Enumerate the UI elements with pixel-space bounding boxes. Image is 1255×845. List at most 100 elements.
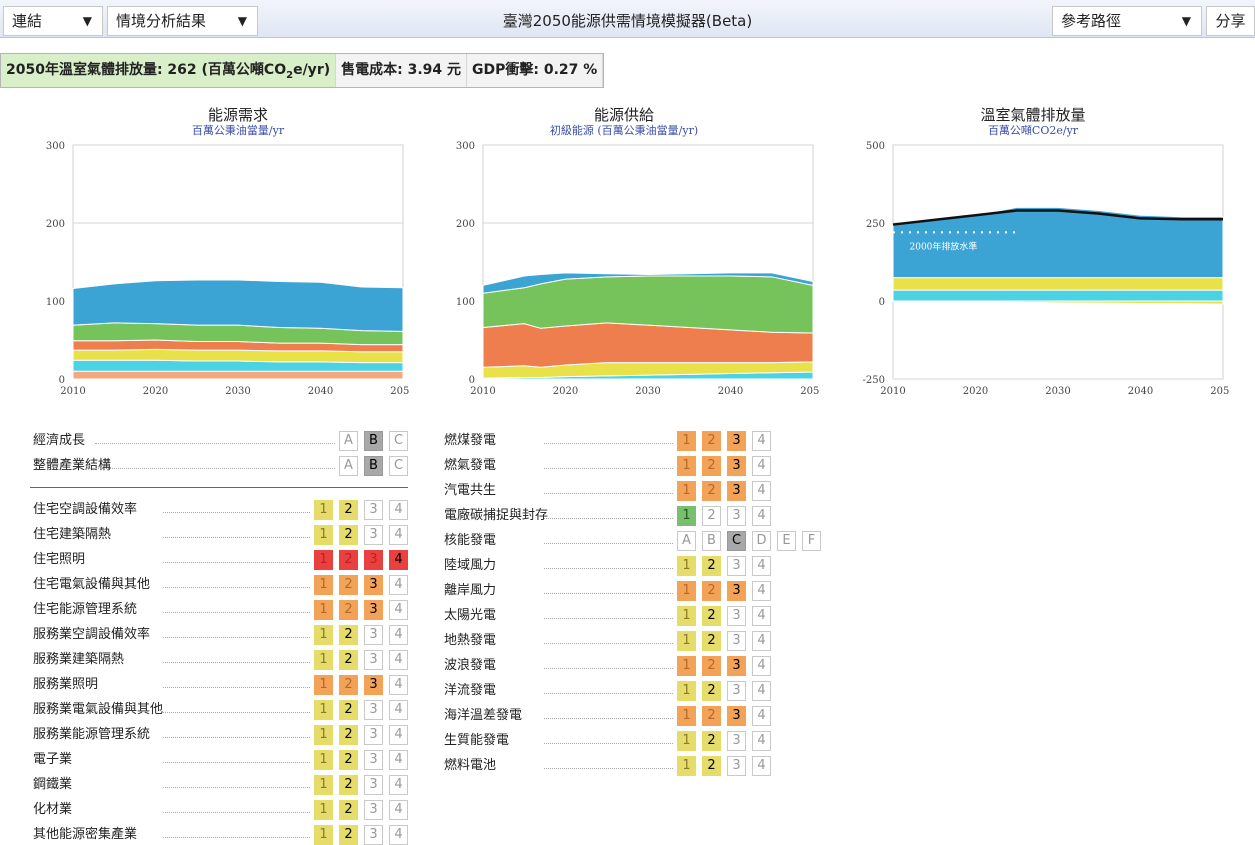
level-button-3[interactable]: 3 bbox=[364, 625, 383, 645]
level-button-3[interactable]: 3 bbox=[364, 750, 383, 770]
level-button-2[interactable]: 2 bbox=[702, 681, 721, 701]
level-button-1[interactable]: 1 bbox=[677, 681, 696, 701]
level-button-3[interactable]: 3 bbox=[364, 700, 383, 720]
level-button-4[interactable]: 4 bbox=[752, 756, 771, 776]
level-button-1[interactable]: 1 bbox=[314, 625, 333, 645]
level-button-3[interactable]: 3 bbox=[364, 825, 383, 845]
level-button-3[interactable]: 3 bbox=[364, 800, 383, 820]
level-button-F[interactable]: F bbox=[802, 531, 821, 551]
level-button-1[interactable]: 1 bbox=[314, 550, 333, 570]
level-button-1[interactable]: 1 bbox=[314, 750, 333, 770]
level-button-3[interactable]: 3 bbox=[727, 456, 746, 476]
level-button-1[interactable]: 1 bbox=[314, 800, 333, 820]
level-button-3[interactable]: 3 bbox=[727, 731, 746, 751]
level-button-4[interactable]: 4 bbox=[389, 575, 408, 595]
level-button-3[interactable]: 3 bbox=[727, 756, 746, 776]
level-button-4[interactable]: 4 bbox=[389, 625, 408, 645]
level-button-E[interactable]: E bbox=[777, 531, 796, 551]
level-button-B[interactable]: B bbox=[702, 531, 721, 551]
level-button-2[interactable]: 2 bbox=[339, 525, 358, 545]
level-button-3[interactable]: 3 bbox=[364, 775, 383, 795]
level-button-B[interactable]: B bbox=[364, 431, 383, 451]
level-button-B[interactable]: B bbox=[364, 456, 383, 476]
level-button-1[interactable]: 1 bbox=[677, 706, 696, 726]
level-button-4[interactable]: 4 bbox=[752, 731, 771, 751]
level-button-2[interactable]: 2 bbox=[702, 456, 721, 476]
level-button-1[interactable]: 1 bbox=[314, 775, 333, 795]
level-button-2[interactable]: 2 bbox=[339, 550, 358, 570]
level-button-4[interactable]: 4 bbox=[752, 656, 771, 676]
level-button-3[interactable]: 3 bbox=[727, 631, 746, 651]
level-button-3[interactable]: 3 bbox=[364, 725, 383, 745]
level-button-1[interactable]: 1 bbox=[677, 631, 696, 651]
level-button-3[interactable]: 3 bbox=[727, 506, 746, 526]
level-button-4[interactable]: 4 bbox=[752, 706, 771, 726]
level-button-3[interactable]: 3 bbox=[727, 606, 746, 626]
level-button-4[interactable]: 4 bbox=[752, 606, 771, 626]
level-button-4[interactable]: 4 bbox=[389, 550, 408, 570]
level-button-2[interactable]: 2 bbox=[339, 800, 358, 820]
level-button-2[interactable]: 2 bbox=[339, 575, 358, 595]
level-button-4[interactable]: 4 bbox=[752, 581, 771, 601]
level-button-A[interactable]: A bbox=[677, 531, 696, 551]
level-button-2[interactable]: 2 bbox=[702, 706, 721, 726]
level-button-1[interactable]: 1 bbox=[314, 650, 333, 670]
level-button-2[interactable]: 2 bbox=[339, 500, 358, 520]
level-button-3[interactable]: 3 bbox=[364, 525, 383, 545]
level-button-2[interactable]: 2 bbox=[339, 725, 358, 745]
level-button-2[interactable]: 2 bbox=[702, 631, 721, 651]
level-button-2[interactable]: 2 bbox=[339, 600, 358, 620]
level-button-C[interactable]: C bbox=[389, 431, 408, 451]
level-button-4[interactable]: 4 bbox=[389, 700, 408, 720]
level-button-3[interactable]: 3 bbox=[727, 481, 746, 501]
level-button-1[interactable]: 1 bbox=[677, 756, 696, 776]
level-button-4[interactable]: 4 bbox=[389, 500, 408, 520]
level-button-3[interactable]: 3 bbox=[364, 500, 383, 520]
level-button-4[interactable]: 4 bbox=[389, 525, 408, 545]
level-button-2[interactable]: 2 bbox=[339, 700, 358, 720]
level-button-4[interactable]: 4 bbox=[389, 725, 408, 745]
level-button-3[interactable]: 3 bbox=[364, 575, 383, 595]
level-button-3[interactable]: 3 bbox=[364, 675, 383, 695]
level-button-1[interactable]: 1 bbox=[314, 525, 333, 545]
level-button-4[interactable]: 4 bbox=[752, 456, 771, 476]
level-button-A[interactable]: A bbox=[339, 431, 358, 451]
level-button-2[interactable]: 2 bbox=[339, 675, 358, 695]
level-button-4[interactable]: 4 bbox=[389, 800, 408, 820]
level-button-D[interactable]: D bbox=[752, 531, 771, 551]
level-button-4[interactable]: 4 bbox=[752, 556, 771, 576]
level-button-2[interactable]: 2 bbox=[702, 606, 721, 626]
level-button-1[interactable]: 1 bbox=[314, 700, 333, 720]
level-button-1[interactable]: 1 bbox=[677, 556, 696, 576]
level-button-3[interactable]: 3 bbox=[364, 550, 383, 570]
level-button-4[interactable]: 4 bbox=[389, 750, 408, 770]
level-button-2[interactable]: 2 bbox=[702, 756, 721, 776]
reference-path-dropdown[interactable]: 參考路徑 ▼ bbox=[1052, 6, 1202, 36]
level-button-3[interactable]: 3 bbox=[727, 706, 746, 726]
level-button-1[interactable]: 1 bbox=[677, 481, 696, 501]
level-button-4[interactable]: 4 bbox=[752, 481, 771, 501]
level-button-1[interactable]: 1 bbox=[677, 606, 696, 626]
level-button-2[interactable]: 2 bbox=[339, 750, 358, 770]
level-button-2[interactable]: 2 bbox=[339, 625, 358, 645]
level-button-1[interactable]: 1 bbox=[314, 500, 333, 520]
level-button-3[interactable]: 3 bbox=[727, 556, 746, 576]
level-button-4[interactable]: 4 bbox=[752, 631, 771, 651]
level-button-2[interactable]: 2 bbox=[702, 656, 721, 676]
level-button-4[interactable]: 4 bbox=[752, 681, 771, 701]
level-button-1[interactable]: 1 bbox=[314, 600, 333, 620]
level-button-1[interactable]: 1 bbox=[677, 581, 696, 601]
level-button-3[interactable]: 3 bbox=[727, 681, 746, 701]
level-button-3[interactable]: 3 bbox=[364, 600, 383, 620]
level-button-4[interactable]: 4 bbox=[752, 506, 771, 526]
level-button-4[interactable]: 4 bbox=[389, 650, 408, 670]
level-button-4[interactable]: 4 bbox=[389, 675, 408, 695]
level-button-2[interactable]: 2 bbox=[339, 650, 358, 670]
level-button-1[interactable]: 1 bbox=[314, 675, 333, 695]
level-button-2[interactable]: 2 bbox=[702, 506, 721, 526]
share-button[interactable]: 分享 bbox=[1206, 6, 1255, 36]
level-button-2[interactable]: 2 bbox=[339, 775, 358, 795]
level-button-2[interactable]: 2 bbox=[339, 825, 358, 845]
level-button-3[interactable]: 3 bbox=[364, 650, 383, 670]
level-button-3[interactable]: 3 bbox=[727, 581, 746, 601]
